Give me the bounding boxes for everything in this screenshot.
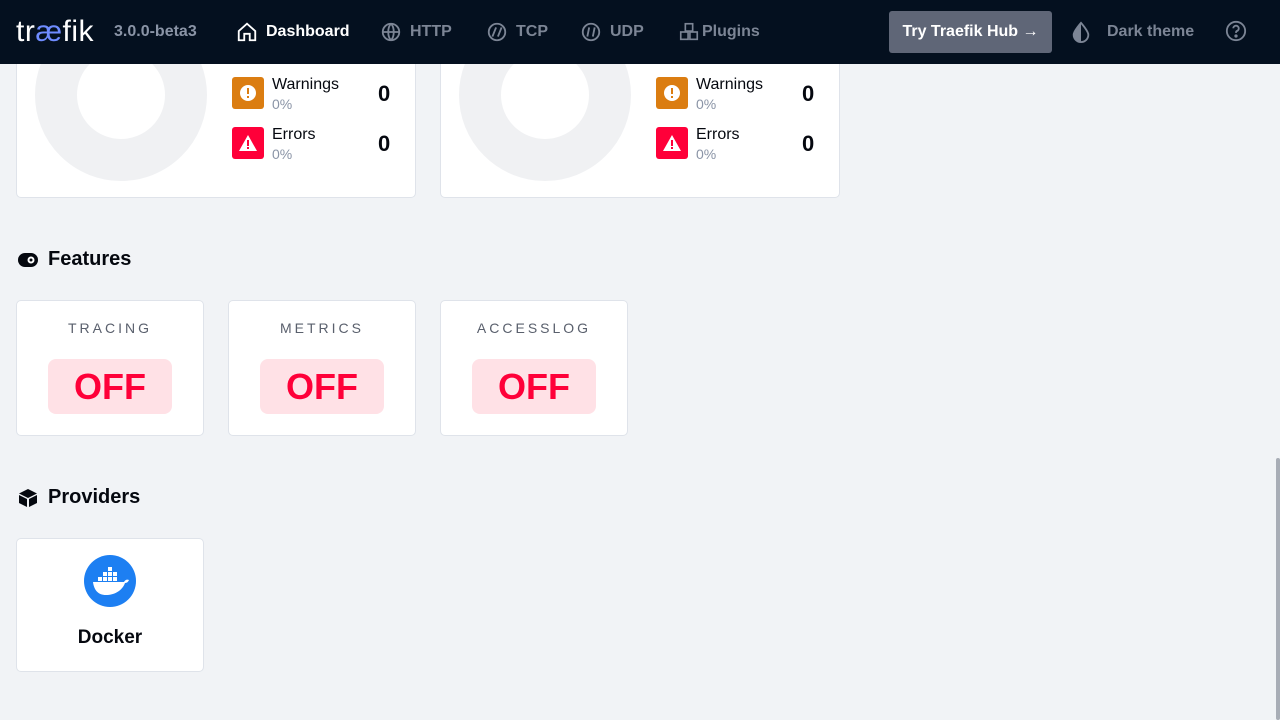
feature-status-badge: OFF — [472, 359, 596, 414]
feature-name: TRACING — [68, 320, 152, 336]
warnings-label: Warnings — [696, 76, 763, 93]
plugins-icon — [679, 22, 699, 41]
providers-heading: Providers — [18, 486, 140, 509]
top-navbar: træfik 3.0.0-beta3 Dashboard HTTP TCP UD… — [0, 0, 1280, 64]
traefik-logo[interactable]: træfik — [16, 14, 94, 50]
errors-count: 0 — [802, 131, 815, 156]
page-scrollbar[interactable] — [1276, 458, 1280, 720]
nav-udp[interactable]: UDP — [580, 20, 644, 44]
contrast-icon — [1072, 21, 1090, 43]
cube-icon — [19, 488, 37, 507]
nav-http[interactable]: HTTP — [380, 20, 452, 44]
toggle-icon — [18, 252, 38, 267]
errors-percent: 0% — [272, 146, 293, 162]
feature-card-accesslog: ACCESSLOG OFF — [440, 300, 628, 436]
tcp-icon — [487, 22, 507, 42]
feature-name: METRICS — [280, 320, 364, 336]
errors-label: Errors — [696, 126, 740, 143]
feature-name: ACCESSLOG — [476, 320, 592, 336]
nav-dashboard[interactable]: Dashboard — [236, 20, 350, 44]
globe-icon — [381, 22, 401, 42]
warning-icon — [232, 77, 264, 109]
feature-card-tracing: TRACING OFF — [16, 300, 204, 436]
feature-status-badge: OFF — [260, 359, 384, 414]
error-icon — [656, 127, 688, 159]
errors-label: Errors — [272, 126, 316, 143]
warnings-count: 0 — [378, 81, 391, 106]
docker-icon — [84, 555, 136, 607]
warnings-percent: 0% — [272, 96, 293, 112]
home-icon — [237, 22, 257, 42]
feature-status-badge: OFF — [48, 359, 172, 414]
help-button[interactable] — [1225, 20, 1249, 44]
help-icon — [1225, 20, 1247, 42]
nav-tcp[interactable]: TCP — [486, 20, 548, 44]
errors-count: 0 — [378, 131, 391, 156]
udp-icon — [581, 22, 601, 42]
nav-plugins[interactable]: Plugins — [678, 20, 760, 44]
error-icon — [232, 127, 264, 159]
features-heading: Features — [18, 248, 131, 271]
provider-card-docker[interactable]: Docker — [16, 538, 204, 672]
warnings-count: 0 — [802, 81, 815, 106]
warnings-label: Warnings — [272, 76, 339, 93]
provider-name: Docker — [77, 627, 143, 648]
try-traefik-hub-button[interactable]: Try Traefik Hub → — [889, 11, 1052, 53]
errors-percent: 0% — [696, 146, 717, 162]
warnings-percent: 0% — [696, 96, 717, 112]
warning-icon — [656, 77, 688, 109]
version-label: 3.0.0-beta3 — [114, 23, 197, 40]
dark-theme-toggle[interactable]: Dark theme — [1071, 20, 1194, 44]
feature-card-metrics: METRICS OFF — [228, 300, 416, 436]
